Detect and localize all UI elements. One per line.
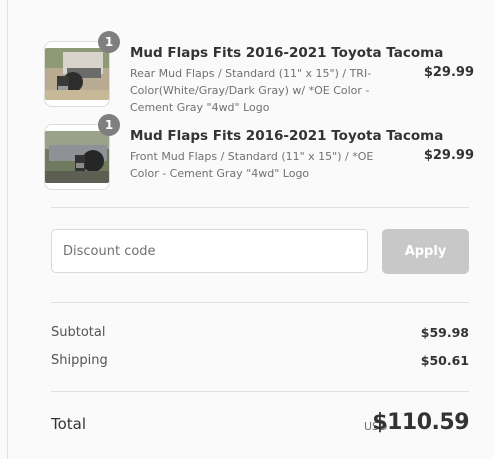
discount-code-input[interactable]: [51, 229, 368, 273]
quantity-badge: 1: [98, 31, 120, 53]
rear-mud-flap-image: [45, 48, 109, 100]
cart-line-item: 1 Mud Flaps Fits 2016-2021 Toyota Tacoma…: [44, 31, 474, 114]
product-thumbnail: 1: [44, 114, 120, 190]
panel-left-border: [7, 0, 8, 459]
product-variant: Front Mud Flaps / Standard (11" x 15") /…: [130, 150, 374, 180]
subtotal-value: $59.98: [420, 325, 469, 340]
subtotal-label: Subtotal: [51, 325, 106, 340]
divider: [51, 207, 469, 208]
total-label: Total: [51, 415, 87, 433]
line-price: $29.99: [423, 65, 474, 80]
product-variant: Rear Mud Flaps / Standard (11" x 15") / …: [130, 67, 372, 114]
divider: [51, 302, 469, 303]
divider: [51, 391, 469, 392]
shipping-value: $50.61: [420, 353, 469, 368]
cart-line-item: 1 Mud Flaps Fits 2016-2021 Toyota Tacoma…: [44, 114, 474, 190]
apply-discount-button[interactable]: Apply: [382, 229, 469, 274]
product-title: Mud Flaps Fits 2016-2021 Toyota Tacoma: [130, 45, 444, 61]
product-thumbnail: 1: [44, 31, 120, 107]
shipping-label: Shipping: [51, 353, 108, 368]
total-value: $110.59: [372, 410, 469, 435]
quantity-badge: 1: [98, 114, 120, 136]
line-price: $29.99: [423, 148, 474, 163]
product-title: Mud Flaps Fits 2016-2021 Toyota Tacoma: [130, 128, 444, 144]
front-mud-flap-image: [45, 131, 109, 183]
